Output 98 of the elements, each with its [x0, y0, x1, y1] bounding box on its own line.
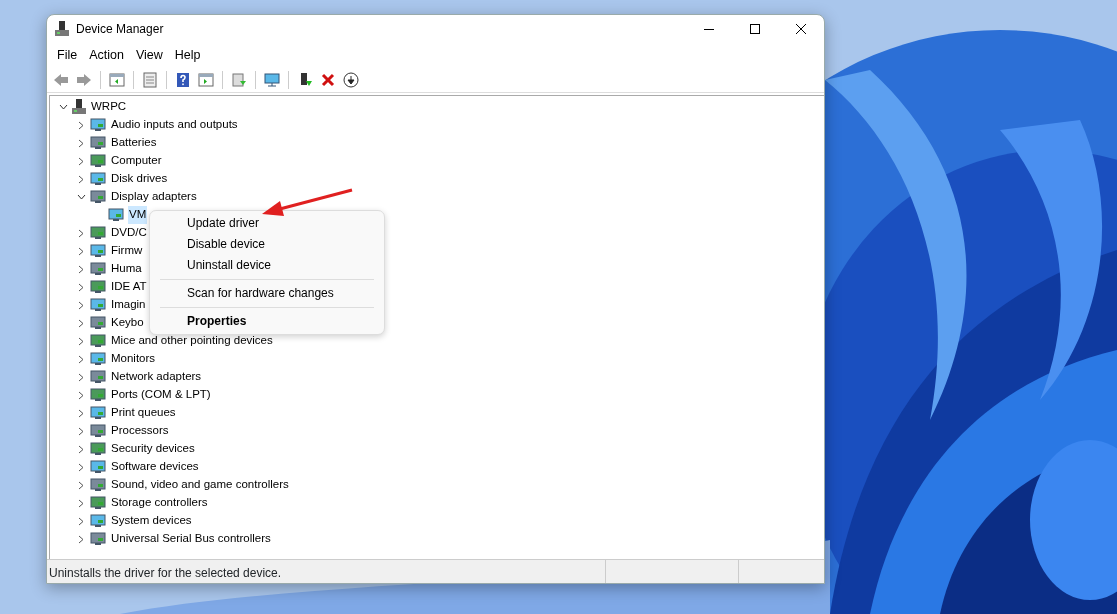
menu-item[interactable]: Uninstall device [154, 255, 380, 276]
menu-item[interactable]: Disable device [154, 234, 380, 255]
expand-chevron-icon[interactable] [78, 372, 84, 382]
panel-icon[interactable] [198, 71, 214, 88]
forward-arrow-icon[interactable] [76, 71, 92, 88]
expand-chevron-icon[interactable] [78, 138, 84, 148]
tree-item[interactable]: Keybo [110, 314, 145, 332]
device-icon [90, 496, 106, 510]
device-icon [90, 514, 106, 528]
uninstall-icon[interactable] [320, 71, 336, 88]
expand-chevron-icon[interactable] [78, 462, 84, 472]
device-icon [90, 370, 106, 384]
tree-item[interactable]: Disk drives [110, 170, 169, 188]
device-icon [90, 316, 106, 330]
tree-item[interactable]: Monitors [110, 350, 157, 368]
expand-chevron-icon[interactable] [78, 354, 84, 364]
tree-item[interactable]: DVD/C [110, 224, 148, 242]
device-icon [90, 172, 106, 186]
expand-chevron-icon[interactable] [78, 336, 84, 346]
window-title: Device Manager [76, 21, 164, 38]
tree-item[interactable]: Firmw [110, 242, 144, 260]
expand-chevron-icon[interactable] [78, 156, 84, 166]
status-text: Uninstalls the driver for the selected device. [48, 565, 283, 582]
expand-chevron-icon[interactable] [78, 300, 84, 310]
minimize-icon [704, 28, 714, 30]
tree-item[interactable]: Security devices [110, 440, 196, 458]
menu-item[interactable]: Help [168, 45, 207, 65]
menu-item[interactable]: File [51, 45, 84, 65]
tree-item[interactable]: Ports (COM & LPT) [110, 386, 212, 404]
expand-chevron-icon[interactable] [78, 120, 84, 130]
device-icon [90, 460, 106, 474]
device-icon [90, 136, 106, 150]
device-icon [90, 226, 106, 240]
device-icon [90, 118, 106, 132]
scan-icon[interactable] [231, 71, 247, 88]
expand-chevron-icon[interactable] [78, 534, 84, 544]
device-icon [90, 298, 106, 312]
device-icon [90, 406, 106, 420]
expand-chevron-icon[interactable] [78, 228, 84, 238]
tree-item[interactable]: Display adapters [110, 188, 198, 206]
computer-icon [72, 99, 86, 115]
device-icon [90, 262, 106, 276]
help-icon[interactable] [175, 71, 191, 88]
expand-chevron-icon[interactable] [78, 264, 84, 274]
tree-item[interactable]: Audio inputs and outputs [110, 116, 239, 134]
expand-chevron-icon[interactable] [78, 480, 84, 490]
tree-item[interactable]: Imagin [110, 296, 147, 314]
device-icon [90, 424, 106, 438]
tree-item[interactable]: Universal Serial Bus controllers [110, 530, 272, 548]
tree-item[interactable]: Sound, video and game controllers [110, 476, 290, 494]
device-icon [90, 388, 106, 402]
expand-chevron-icon[interactable] [78, 516, 84, 526]
tree-item[interactable]: WRPC [90, 98, 128, 116]
device-icon [90, 442, 106, 456]
tree-item[interactable]: System devices [110, 512, 193, 530]
tree-item[interactable]: IDE AT [110, 278, 148, 296]
monitor-icon[interactable] [264, 71, 280, 88]
computer-icon [55, 21, 69, 37]
expand-chevron-icon[interactable] [78, 246, 84, 256]
menu-item[interactable]: Update driver [154, 213, 380, 234]
expand-chevron-icon[interactable] [78, 426, 84, 436]
tree-item[interactable]: Computer [110, 152, 163, 170]
tree-item[interactable]: Huma [110, 260, 143, 278]
expand-chevron-icon[interactable] [78, 498, 84, 508]
menu-item[interactable]: Action [83, 45, 130, 65]
device-icon [90, 280, 106, 294]
panel-icon[interactable] [109, 71, 125, 88]
menu-item[interactable]: Properties [154, 311, 380, 332]
expand-chevron-icon[interactable] [78, 408, 84, 418]
device-icon [90, 334, 106, 348]
menu-item[interactable]: Scan for hardware changes [154, 283, 380, 304]
collapse-chevron-icon[interactable] [76, 194, 86, 200]
tree-item[interactable]: Print queues [110, 404, 177, 422]
download-icon[interactable] [343, 71, 359, 88]
tree-item[interactable]: Software devices [110, 458, 200, 476]
expand-chevron-icon[interactable] [78, 174, 84, 184]
tree-item[interactable]: Storage controllers [110, 494, 209, 512]
device-icon [90, 190, 106, 204]
device-icon [90, 244, 106, 258]
tree-item[interactable]: Processors [110, 422, 170, 440]
tree-item[interactable]: Mice and other pointing devices [110, 332, 274, 350]
collapse-chevron-icon[interactable] [58, 104, 68, 110]
tree-item[interactable]: Batteries [110, 134, 158, 152]
device-icon [90, 352, 106, 366]
device-icon [90, 478, 106, 492]
expand-chevron-icon[interactable] [78, 318, 84, 328]
tree-item[interactable]: Network adapters [110, 368, 203, 386]
device-icon [90, 532, 106, 546]
expand-chevron-icon[interactable] [78, 390, 84, 400]
menu-item[interactable]: View [129, 45, 169, 65]
maximize-icon [750, 24, 760, 34]
device-icon [108, 208, 124, 222]
device-icon [90, 154, 106, 168]
expand-chevron-icon[interactable] [78, 282, 84, 292]
back-arrow-icon[interactable] [53, 71, 69, 88]
tree-item[interactable]: VM [128, 206, 148, 224]
close-icon [796, 24, 806, 34]
expand-chevron-icon[interactable] [78, 444, 84, 454]
